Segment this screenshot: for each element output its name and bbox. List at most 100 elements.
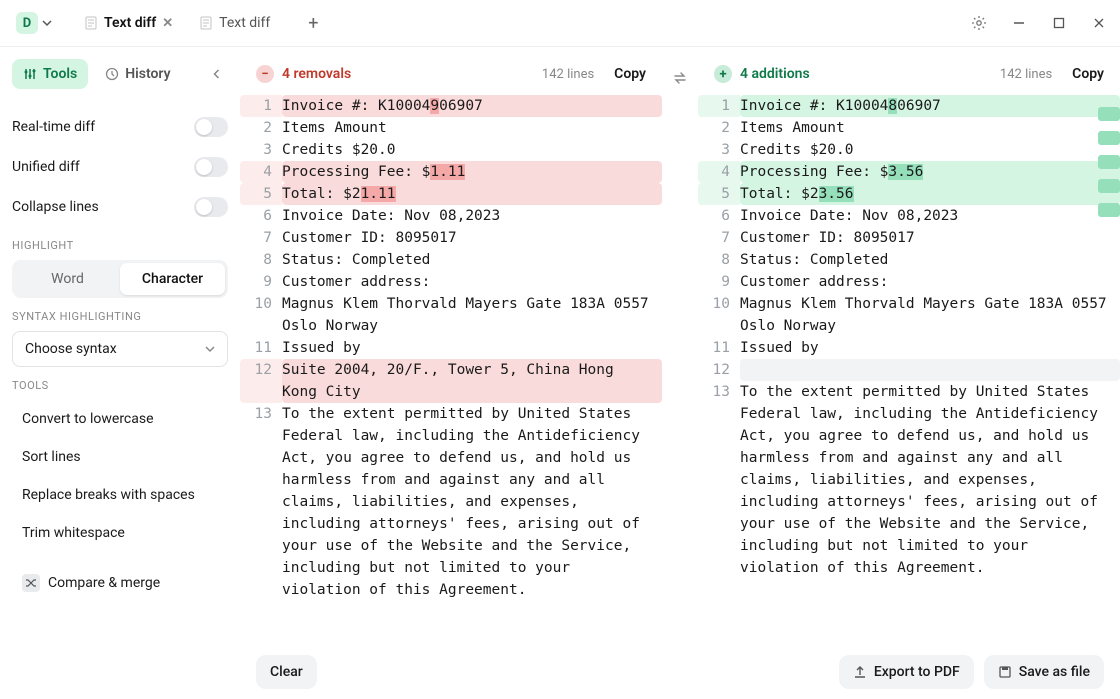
option-label: Unified diff [12, 159, 80, 175]
toggle-unified[interactable] [194, 157, 228, 177]
line-content: Items Amount [740, 117, 1120, 139]
close-icon[interactable]: ✕ [162, 16, 173, 31]
new-tab-button[interactable]: + [300, 9, 326, 38]
code-line[interactable]: 10Magnus Klem Thorvald Mayers Gate 183A … [240, 293, 662, 337]
code-line[interactable]: 2Items Amount [240, 117, 662, 139]
minimap-marker[interactable] [1098, 155, 1120, 169]
swap-panes-button[interactable] [669, 67, 691, 89]
line-number: 2 [698, 117, 740, 139]
code-line[interactable]: 12Suite 2004, 20/F., Tower 5, China Hong… [240, 359, 662, 403]
collapse-sidebar-button[interactable] [206, 63, 228, 85]
code-line[interactable]: 13To the extent permitted by United Stat… [240, 403, 662, 601]
right-pane-header: + 4 additions 142 lines Copy [698, 47, 1120, 95]
section-label-highlight: HIGHLIGHT [12, 239, 228, 252]
code-line[interactable]: 5Total: $23.56 [698, 183, 1120, 205]
code-line[interactable]: 13To the extent permitted by United Stat… [698, 381, 1120, 579]
highlight-character[interactable]: Character [120, 263, 225, 295]
tool-replace-breaks[interactable]: Replace breaks with spaces [12, 476, 228, 514]
tab-text-diff-1[interactable]: Text diff ✕ [74, 9, 183, 37]
code-line[interactable]: 4Processing Fee: $1.11 [240, 161, 662, 183]
line-content: Invoice #: K10004906907 [282, 95, 662, 117]
minimap-marker[interactable] [1098, 179, 1120, 193]
code-line[interactable]: 2Items Amount [698, 117, 1120, 139]
additions-count: 4 additions [740, 66, 810, 82]
clear-button[interactable]: Clear [256, 655, 317, 689]
code-line[interactable]: 8Status: Completed [240, 249, 662, 271]
code-line[interactable]: 9Customer address: [240, 271, 662, 293]
left-code-area[interactable]: 1Invoice #: K100049069072Items Amount3Cr… [240, 95, 662, 699]
code-line[interactable]: 3Credits $20.0 [698, 139, 1120, 161]
maximize-button[interactable] [1050, 14, 1068, 32]
code-line[interactable]: 7Customer ID: 8095017 [698, 227, 1120, 249]
line-number: 5 [240, 183, 282, 205]
code-line[interactable]: 4Processing Fee: $3.56 [698, 161, 1120, 183]
tab-text-diff-2[interactable]: Text diff [189, 9, 280, 37]
minimap-marker[interactable] [1098, 203, 1120, 217]
diff-highlight: 1.11 [430, 164, 465, 180]
chevron-left-icon [212, 69, 222, 79]
line-content: Suite 2004, 20/F., Tower 5, China Hong K… [282, 359, 662, 403]
code-line[interactable]: 5Total: $21.11 [240, 183, 662, 205]
line-number: 9 [698, 271, 740, 293]
line-content: Total: $21.11 [282, 183, 662, 205]
minimap-marker[interactable] [1098, 131, 1120, 145]
code-line[interactable]: 3Credits $20.0 [240, 139, 662, 161]
syntax-select[interactable]: Choose syntax [12, 331, 228, 367]
line-content: Issued by [282, 337, 662, 359]
line-content: Invoice #: K10004806907 [740, 95, 1120, 117]
code-line[interactable]: 10Magnus Klem Thorvald Mayers Gate 183A … [698, 293, 1120, 337]
code-line[interactable]: 12 [698, 359, 1120, 381]
copy-left-button[interactable]: Copy [614, 66, 646, 82]
code-line[interactable]: 9Customer address: [698, 271, 1120, 293]
compare-merge-button[interactable]: Compare & merge [12, 564, 228, 602]
history-icon [105, 67, 119, 81]
highlight-word[interactable]: Word [15, 263, 120, 295]
line-number: 11 [240, 337, 282, 359]
tab-label: Text diff [104, 15, 156, 31]
code-line[interactable]: 11Issued by [698, 337, 1120, 359]
toggle-collapse[interactable] [194, 197, 228, 217]
line-number: 10 [240, 293, 282, 337]
left-line-count: 142 lines [542, 67, 594, 82]
line-number: 11 [698, 337, 740, 359]
line-content: Processing Fee: $3.56 [740, 161, 1120, 183]
code-line[interactable]: 6Invoice Date: Nov 08,2023 [240, 205, 662, 227]
sidebar-tab-label: Tools [43, 66, 77, 82]
tool-lowercase[interactable]: Convert to lowercase [12, 400, 228, 438]
minimap[interactable] [1098, 107, 1120, 217]
toggle-realtime[interactable] [194, 117, 228, 137]
sliders-icon [23, 67, 37, 81]
select-placeholder: Choose syntax [25, 341, 117, 357]
sidebar-tab-history[interactable]: History [94, 59, 181, 89]
copy-right-button[interactable]: Copy [1072, 66, 1104, 82]
line-number: 12 [698, 359, 740, 381]
code-line[interactable]: 1Invoice #: K10004906907 [240, 95, 662, 117]
app-menu[interactable]: D [12, 10, 56, 36]
tool-sort-lines[interactable]: Sort lines [12, 438, 228, 476]
upload-icon [853, 665, 867, 679]
right-code-area[interactable]: 1Invoice #: K100048069072Items Amount3Cr… [698, 95, 1120, 699]
diff-highlight: 8 [888, 98, 897, 114]
code-line[interactable]: 11Issued by [240, 337, 662, 359]
line-number: 9 [240, 271, 282, 293]
minimap-marker[interactable] [1098, 107, 1120, 121]
sidebar-tab-tools[interactable]: Tools [12, 59, 88, 89]
line-number: 4 [698, 161, 740, 183]
line-content: Invoice Date: Nov 08,2023 [740, 205, 1120, 227]
settings-button[interactable] [970, 14, 988, 32]
line-number: 1 [240, 95, 282, 117]
tool-trim-whitespace[interactable]: Trim whitespace [12, 514, 228, 552]
code-line[interactable]: 1Invoice #: K10004806907 [698, 95, 1120, 117]
minimize-button[interactable] [1010, 14, 1028, 32]
left-pane: − 4 removals 142 lines Copy 1Invoice #: … [240, 47, 662, 699]
close-window-button[interactable] [1090, 14, 1108, 32]
code-line[interactable]: 8Status: Completed [698, 249, 1120, 271]
save-as-file-button[interactable]: Save as file [984, 655, 1104, 689]
code-line[interactable]: 6Invoice Date: Nov 08,2023 [698, 205, 1120, 227]
chevron-down-icon [205, 344, 215, 354]
code-line[interactable]: 7Customer ID: 8095017 [240, 227, 662, 249]
line-number: 10 [698, 293, 740, 337]
line-content: Magnus Klem Thorvald Mayers Gate 183A 05… [282, 293, 662, 337]
export-pdf-button[interactable]: Export to PDF [839, 655, 974, 689]
titlebar: D Text diff ✕ Text diff + [0, 0, 1120, 47]
